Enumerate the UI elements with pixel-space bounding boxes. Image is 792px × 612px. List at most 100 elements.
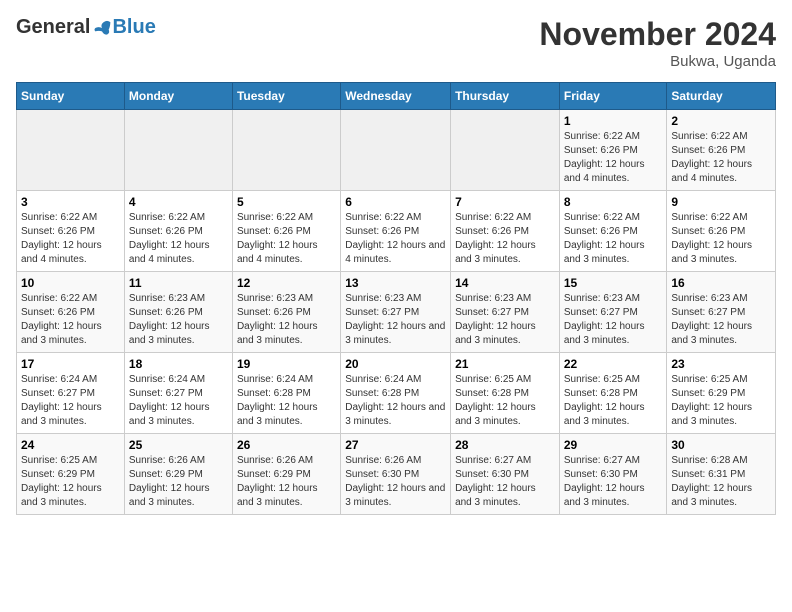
calendar-cell: 29 Sunrise: 6:27 AM Sunset: 6:30 PM Dayli… [559,434,667,515]
logo: General Blue [16,16,156,39]
day-info: Sunrise: 6:23 AM Sunset: 6:27 PM Dayligh… [564,292,663,348]
day-info: Sunrise: 6:22 AM Sunset: 6:26 PM Dayligh… [564,130,663,186]
calendar-cell: 28 Sunrise: 6:27 AM Sunset: 6:30 PM Dayli… [451,434,560,515]
day-info: Sunrise: 6:25 AM Sunset: 6:28 PM Dayligh… [455,373,555,429]
day-number: 23 [671,357,771,371]
calendar-cell: 23 Sunrise: 6:25 AM Sunset: 6:29 PM Dayli… [667,353,776,434]
calendar-cell: 2 Sunrise: 6:22 AM Sunset: 6:26 PM Daylig… [667,110,776,191]
calendar-cell: 16 Sunrise: 6:23 AM Sunset: 6:27 PM Dayli… [667,272,776,353]
calendar-week-row: 3 Sunrise: 6:22 AM Sunset: 6:26 PM Daylig… [17,191,776,272]
day-info: Sunrise: 6:22 AM Sunset: 6:26 PM Dayligh… [129,211,228,267]
calendar-week-row: 10 Sunrise: 6:22 AM Sunset: 6:26 PM Dayli… [17,272,776,353]
calendar-cell: 11 Sunrise: 6:23 AM Sunset: 6:26 PM Dayli… [124,272,232,353]
day-number: 18 [129,357,228,371]
day-number: 4 [129,195,228,209]
calendar-cell: 30 Sunrise: 6:28 AM Sunset: 6:31 PM Dayli… [667,434,776,515]
calendar-cell: 12 Sunrise: 6:23 AM Sunset: 6:26 PM Dayli… [232,272,340,353]
day-number: 22 [564,357,663,371]
day-number: 16 [671,276,771,290]
calendar-cell: 25 Sunrise: 6:26 AM Sunset: 6:29 PM Dayli… [124,434,232,515]
day-info: Sunrise: 6:22 AM Sunset: 6:26 PM Dayligh… [21,292,120,348]
weekday-header: Friday [559,83,667,110]
day-info: Sunrise: 6:23 AM Sunset: 6:27 PM Dayligh… [345,292,446,348]
month-title: November 2024 [539,16,776,53]
day-info: Sunrise: 6:26 AM Sunset: 6:29 PM Dayligh… [129,454,228,510]
day-number: 10 [21,276,120,290]
calendar-week-row: 24Sunrise: 6:25 AM Sunset: 6:29 PM Dayli… [17,434,776,515]
calendar-cell: 26 Sunrise: 6:26 AM Sunset: 6:29 PM Dayli… [232,434,340,515]
calendar-header-row: SundayMondayTuesdayWednesdayThursdayFrid… [17,83,776,110]
calendar-cell: 10 Sunrise: 6:22 AM Sunset: 6:26 PM Dayli… [17,272,125,353]
day-number: 2 [671,114,771,128]
day-number: 5 [237,195,336,209]
day-number: 9 [671,195,771,209]
day-info: Sunrise: 6:22 AM Sunset: 6:26 PM Dayligh… [345,211,446,267]
day-info: Sunrise: 6:23 AM Sunset: 6:27 PM Dayligh… [671,292,771,348]
day-info: Sunrise: 6:27 AM Sunset: 6:30 PM Dayligh… [455,454,555,510]
day-info: Sunrise: 6:26 AM Sunset: 6:29 PM Dayligh… [237,454,336,510]
calendar-cell: 13 Sunrise: 6:23 AM Sunset: 6:27 PM Dayli… [341,272,451,353]
location: Bukwa, Uganda [539,53,776,70]
day-info: Sunrise: 6:24 AM Sunset: 6:28 PM Dayligh… [237,373,336,429]
day-number: 6 [345,195,446,209]
calendar-cell: 1 Sunrise: 6:22 AM Sunset: 6:26 PM Daylig… [559,110,667,191]
calendar-cell: 19 Sunrise: 6:24 AM Sunset: 6:28 PM Dayli… [232,353,340,434]
calendar-cell [124,110,232,191]
day-info: Sunrise: 6:23 AM Sunset: 6:26 PM Dayligh… [129,292,228,348]
calendar-cell: 20Sunrise: 6:24 AM Sunset: 6:28 PM Dayli… [341,353,451,434]
calendar-cell: 17Sunrise: 6:24 AM Sunset: 6:27 PM Dayli… [17,353,125,434]
day-number: 8 [564,195,663,209]
day-info: Sunrise: 6:28 AM Sunset: 6:31 PM Dayligh… [671,454,771,510]
day-info: Sunrise: 6:26 AM Sunset: 6:30 PM Dayligh… [345,454,446,510]
calendar-cell: 27 Sunrise: 6:26 AM Sunset: 6:30 PM Dayli… [341,434,451,515]
calendar-cell: 22Sunrise: 6:25 AM Sunset: 6:28 PM Dayli… [559,353,667,434]
calendar-cell: 4 Sunrise: 6:22 AM Sunset: 6:26 PM Daylig… [124,191,232,272]
calendar-cell: 14 Sunrise: 6:23 AM Sunset: 6:27 PM Dayli… [451,272,560,353]
day-info: Sunrise: 6:22 AM Sunset: 6:26 PM Dayligh… [455,211,555,267]
day-number: 3 [21,195,120,209]
calendar-week-row: 17Sunrise: 6:24 AM Sunset: 6:27 PM Dayli… [17,353,776,434]
calendar-cell: 7 Sunrise: 6:22 AM Sunset: 6:26 PM Daylig… [451,191,560,272]
weekday-header: Wednesday [341,83,451,110]
calendar-cell: 8Sunrise: 6:22 AM Sunset: 6:26 PM Daylig… [559,191,667,272]
day-number: 30 [671,438,771,452]
day-number: 29 [564,438,663,452]
day-info: Sunrise: 6:27 AM Sunset: 6:30 PM Dayligh… [564,454,663,510]
weekday-header: Sunday [17,83,125,110]
day-number: 7 [455,195,555,209]
day-number: 11 [129,276,228,290]
day-number: 26 [237,438,336,452]
calendar-table: SundayMondayTuesdayWednesdayThursdayFrid… [16,82,776,515]
title-block: November 2024 Bukwa, Uganda [539,16,776,70]
logo-blue-text: Blue [112,16,155,39]
calendar-cell [341,110,451,191]
day-info: Sunrise: 6:25 AM Sunset: 6:29 PM Dayligh… [671,373,771,429]
day-info: Sunrise: 6:25 AM Sunset: 6:29 PM Dayligh… [21,454,120,510]
day-info: Sunrise: 6:22 AM Sunset: 6:26 PM Dayligh… [237,211,336,267]
weekday-header: Saturday [667,83,776,110]
day-number: 15 [564,276,663,290]
day-info: Sunrise: 6:22 AM Sunset: 6:26 PM Dayligh… [671,130,771,186]
day-number: 12 [237,276,336,290]
calendar-cell: 24Sunrise: 6:25 AM Sunset: 6:29 PM Dayli… [17,434,125,515]
calendar-cell: 21Sunrise: 6:25 AM Sunset: 6:28 PM Dayli… [451,353,560,434]
calendar-cell: 5 Sunrise: 6:22 AM Sunset: 6:26 PM Daylig… [232,191,340,272]
day-number: 27 [345,438,446,452]
day-number: 25 [129,438,228,452]
calendar-cell: 15 Sunrise: 6:23 AM Sunset: 6:27 PM Dayli… [559,272,667,353]
calendar-cell [232,110,340,191]
day-info: Sunrise: 6:23 AM Sunset: 6:26 PM Dayligh… [237,292,336,348]
day-info: Sunrise: 6:22 AM Sunset: 6:26 PM Dayligh… [21,211,120,267]
day-number: 13 [345,276,446,290]
day-number: 20 [345,357,446,371]
day-number: 14 [455,276,555,290]
weekday-header: Thursday [451,83,560,110]
logo-general-text: General [16,16,90,39]
calendar-cell: 9Sunrise: 6:22 AM Sunset: 6:26 PM Daylig… [667,191,776,272]
day-number: 17 [21,357,120,371]
day-number: 19 [237,357,336,371]
day-number: 1 [564,114,663,128]
page-header: General Blue November 2024 Bukwa, Uganda [16,16,776,70]
day-info: Sunrise: 6:23 AM Sunset: 6:27 PM Dayligh… [455,292,555,348]
day-number: 28 [455,438,555,452]
